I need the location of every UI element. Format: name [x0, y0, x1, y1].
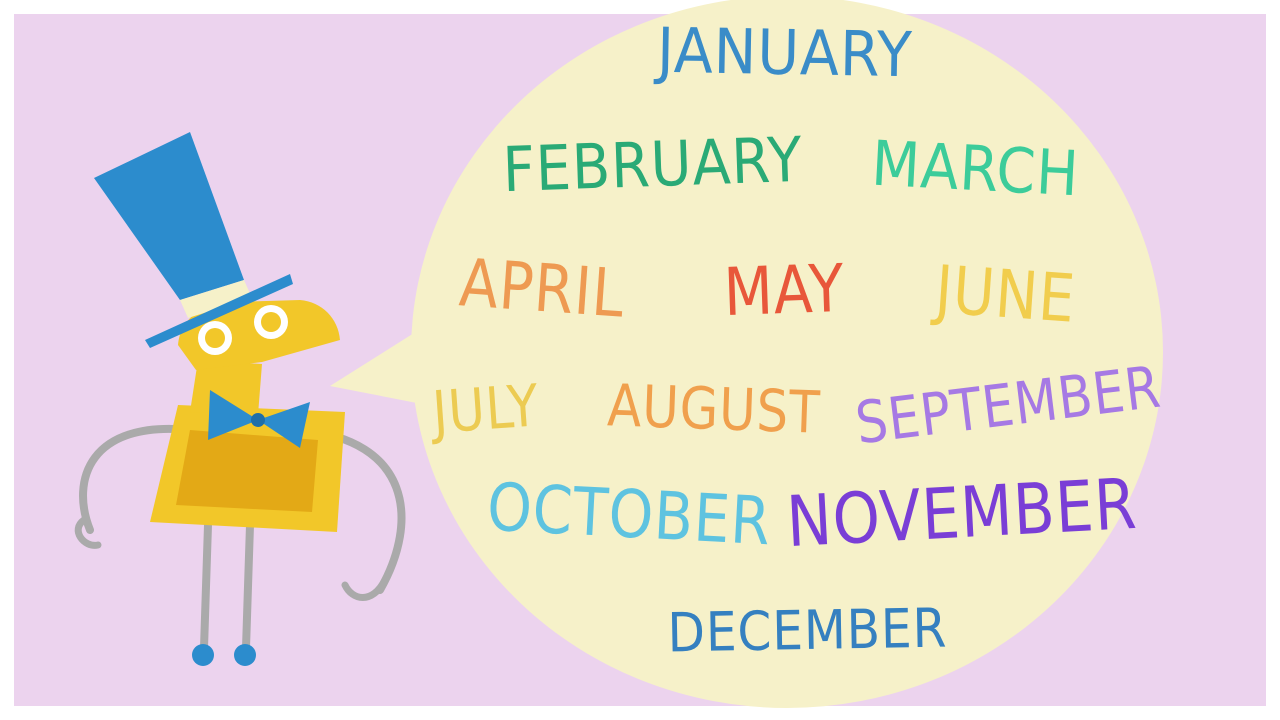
month-november: NOVEMBER [784, 462, 1140, 564]
month-may: MAY [722, 249, 846, 332]
bowtie-knot-icon [251, 413, 265, 427]
month-february: FEBRUARY [501, 122, 804, 207]
left-pupil [205, 328, 225, 348]
left-foot [192, 644, 214, 666]
top-hat-crown [94, 132, 244, 300]
right-leg [242, 521, 254, 652]
month-june: JUNE [932, 251, 1079, 338]
left-leg [200, 521, 212, 652]
month-march: MARCH [869, 126, 1082, 211]
month-october: OCTOBER [485, 468, 773, 561]
scene: JANUARY FEBRUARY MARCH APRIL MAY JUNE JU… [0, 0, 1280, 720]
month-january: JANUARY [656, 13, 914, 92]
month-august: AUGUST [606, 371, 822, 447]
right-hand-icon [341, 576, 389, 601]
right-foot [234, 644, 256, 666]
month-december: DECEMBER [667, 596, 948, 665]
month-april: APRIL [456, 244, 628, 333]
right-pupil [261, 312, 281, 332]
month-july: JULY [430, 371, 542, 447]
